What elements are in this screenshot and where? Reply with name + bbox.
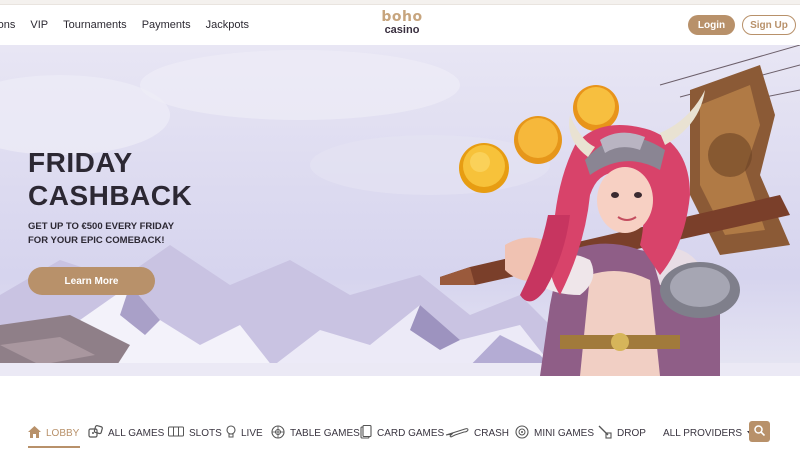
slot-machine-icon: [168, 426, 184, 440]
nav-payments[interactable]: Payments: [142, 19, 191, 31]
search-button[interactable]: [749, 421, 770, 442]
nav-tournaments[interactable]: Tournaments: [63, 19, 127, 31]
category-label: SLOTS: [189, 427, 222, 439]
drop-icon: [598, 425, 612, 442]
active-category-underline: [28, 446, 80, 448]
airplane-icon: [445, 426, 469, 441]
category-card-games[interactable]: CARD GAMES: [360, 422, 444, 444]
banner-title: FRIDAY CASHBACK: [28, 146, 192, 212]
logo-wordmark: boho: [381, 9, 423, 25]
main-nav: otions VIP Tournaments Payments Jackpots: [0, 5, 264, 45]
category-label: DROP: [617, 427, 646, 439]
all-providers-dropdown[interactable]: ALL PROVIDERS: [663, 422, 755, 444]
game-category-bar: LOBBY ALL GAMES SLOTS LIVE TABLE GAMES C…: [0, 418, 800, 448]
providers-label: ALL PROVIDERS: [663, 427, 743, 439]
category-label: CARD GAMES: [377, 427, 445, 439]
category-crash[interactable]: CRASH: [445, 422, 509, 444]
gold-coin: [459, 143, 509, 193]
category-lobby[interactable]: LOBBY: [28, 422, 79, 444]
category-label: MINI GAMES: [534, 427, 595, 439]
gold-coin: [573, 85, 619, 131]
signup-button[interactable]: Sign Up: [742, 15, 796, 35]
category-label: TABLE GAMES: [290, 427, 360, 439]
category-table-games[interactable]: TABLE GAMES: [271, 422, 360, 444]
category-label: LOBBY: [46, 427, 80, 439]
banner-title-line2: CASHBACK: [28, 180, 193, 211]
banner-subtitle: GET UP TO €500 EVERY FRIDAY FOR YOUR EPI…: [28, 220, 174, 248]
gold-coin: [514, 116, 562, 164]
site-header: otions VIP Tournaments Payments Jackpots…: [0, 5, 800, 45]
logo-subtitle: casino: [384, 24, 420, 36]
category-label: LIVE: [241, 427, 263, 439]
home-icon: [28, 425, 41, 441]
promo-banner: FRIDAY CASHBACK GET UP TO €500 EVERY FRI…: [0, 45, 800, 376]
category-label: CRASH: [474, 427, 510, 439]
banner-subtitle-line1: GET UP TO €500 EVERY FRIDAY: [28, 221, 175, 232]
nav-vip[interactable]: VIP: [30, 19, 48, 31]
nav-jackpots[interactable]: Jackpots: [206, 19, 249, 31]
lightbulb-icon: [226, 424, 236, 442]
search-icon: [754, 423, 766, 441]
nav-promotions[interactable]: otions: [0, 19, 15, 31]
roulette-icon: [271, 424, 285, 442]
learn-more-button[interactable]: Learn More: [28, 267, 155, 295]
banner-title-line1: FRIDAY: [28, 147, 133, 178]
category-drops[interactable]: DROP: [598, 422, 646, 444]
mini-games-icon: [515, 424, 529, 442]
category-slots[interactable]: SLOTS: [168, 422, 222, 444]
site-logo[interactable]: boho casino: [380, 10, 424, 42]
category-mini-games[interactable]: MINI GAMES: [515, 422, 594, 444]
category-live[interactable]: LIVE: [226, 422, 263, 444]
category-all-games[interactable]: ALL GAMES: [88, 422, 164, 444]
dice-icon: [88, 425, 103, 441]
cards-icon: [360, 424, 372, 442]
category-label: ALL GAMES: [108, 427, 165, 439]
banner-subtitle-line2: FOR YOUR EPIC COMEBACK!: [28, 235, 165, 246]
login-button[interactable]: Login: [688, 15, 735, 35]
